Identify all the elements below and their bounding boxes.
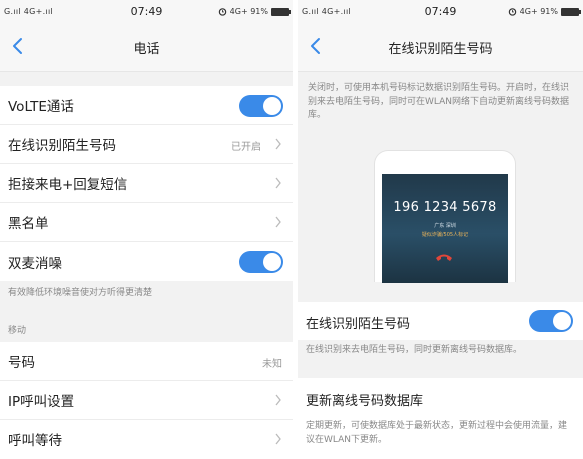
row-label: 呼叫等待 xyxy=(8,433,62,449)
row-value: 未知 xyxy=(262,358,282,370)
status-right: 4G+ 91% xyxy=(218,7,291,16)
dual-mic-hint: 有效降低环境噪音使对方听得更清楚 xyxy=(8,288,153,298)
row-label: 号码 xyxy=(8,354,35,371)
hangup-icon xyxy=(436,254,452,261)
row-ip-call[interactable]: IP呼叫设置 xyxy=(0,381,293,420)
row-volte[interactable]: VoLTE通话 xyxy=(0,86,293,125)
section-label: 移动 xyxy=(8,325,27,336)
status-right: 4G+ 91% xyxy=(508,7,581,16)
row-label: 双麦消噪 xyxy=(8,255,62,272)
row-label: 在线识别陌生号码 xyxy=(8,138,116,154)
battery-text: 4G+ 91% xyxy=(229,7,268,16)
alarm-icon xyxy=(508,8,516,16)
phone-illustration: 196 1234 5678 广东 深圳 疑似诈骗/505人标记 xyxy=(374,150,516,283)
row-value: 已开启 xyxy=(231,142,261,153)
battery-text: 4G+ 91% xyxy=(519,7,558,16)
nav-bar: 在线识别陌生号码 xyxy=(298,22,583,72)
chevron-right-icon xyxy=(275,177,281,189)
online-identify-title: 在线识别陌生号码 xyxy=(306,317,411,332)
chevron-right-icon xyxy=(275,394,281,405)
offline-db-title: 更新离线号码数据库 xyxy=(306,394,424,409)
page-title: 电话 xyxy=(133,42,160,57)
online-identify-desc: 在线识别来去电陌生号码，同时更新离线号码数据库。 xyxy=(306,345,523,355)
battery-icon xyxy=(561,7,581,16)
row-online-identify[interactable]: 在线识别陌生号码 已开启 xyxy=(0,125,293,164)
caller-location: 广东 深圳 xyxy=(434,223,456,229)
settings-list: VoLTE通话 在线识别陌生号码 已开启 拒接来电+回复短信 黑名单 双麦消噪 xyxy=(0,86,293,281)
row-reject-sms[interactable]: 拒接来电+回复短信 xyxy=(0,164,293,203)
alarm-icon xyxy=(218,8,226,16)
offline-db-card[interactable]: 更新离线号码数据库 定期更新，可使数据库处于最新状态，更新过程中会使用流量，建议… xyxy=(298,378,583,459)
page-title: 在线识别陌生号码 xyxy=(388,42,493,57)
carrier-list: 号码 未知 IP呼叫设置 呼叫等待 xyxy=(0,341,293,459)
online-identify-screen: G.ııl 4G+.ııl 07:49 4G+ 91% 在线识别陌生号码 关闭时… xyxy=(298,0,583,459)
row-dual-mic[interactable]: 双麦消噪 xyxy=(0,242,293,281)
phone-settings-screen: G.ııl 4G+.ııl 07:49 4G+ 91% 电话 VoLTE通话 在… xyxy=(0,0,293,459)
chevron-right-icon xyxy=(275,138,281,150)
row-call-waiting[interactable]: 呼叫等待 xyxy=(0,420,293,459)
nav-bar: 电话 xyxy=(0,22,293,72)
row-label: VoLTE通话 xyxy=(8,99,74,115)
feature-description: 关闭时，可使用本机号码标记数据识别陌生号码。开启时，在线识别来去电陌生号码，同时… xyxy=(308,83,570,120)
caller-tag: 疑似诈骗/505人标记 xyxy=(421,232,469,238)
online-identify-toggle[interactable] xyxy=(529,310,573,332)
row-blacklist[interactable]: 黑名单 xyxy=(0,203,293,242)
caller-number: 196 1234 5678 xyxy=(393,200,497,215)
row-label: 黑名单 xyxy=(8,216,49,232)
online-identify-card: 在线识别陌生号码 xyxy=(298,302,583,340)
chevron-right-icon xyxy=(275,433,281,444)
dual-mic-toggle[interactable] xyxy=(239,251,283,273)
row-label: IP呼叫设置 xyxy=(8,393,75,410)
row-number[interactable]: 号码 未知 xyxy=(0,342,293,381)
volte-toggle[interactable] xyxy=(239,95,283,117)
row-label: 拒接来电+回复短信 xyxy=(8,177,128,193)
status-bar: G.ııl 4G+.ııl 07:49 4G+ 91% xyxy=(298,0,583,22)
incoming-call-screen: 196 1234 5678 广东 深圳 疑似诈骗/505人标记 xyxy=(382,174,508,283)
offline-db-desc: 定期更新，可使数据库处于最新状态，更新过程中会使用流量，建议在WLAN下更新。 xyxy=(306,421,568,445)
battery-icon xyxy=(271,7,291,16)
status-bar: G.ııl 4G+.ııl 07:49 4G+ 91% xyxy=(0,0,293,22)
chevron-right-icon xyxy=(275,216,281,228)
